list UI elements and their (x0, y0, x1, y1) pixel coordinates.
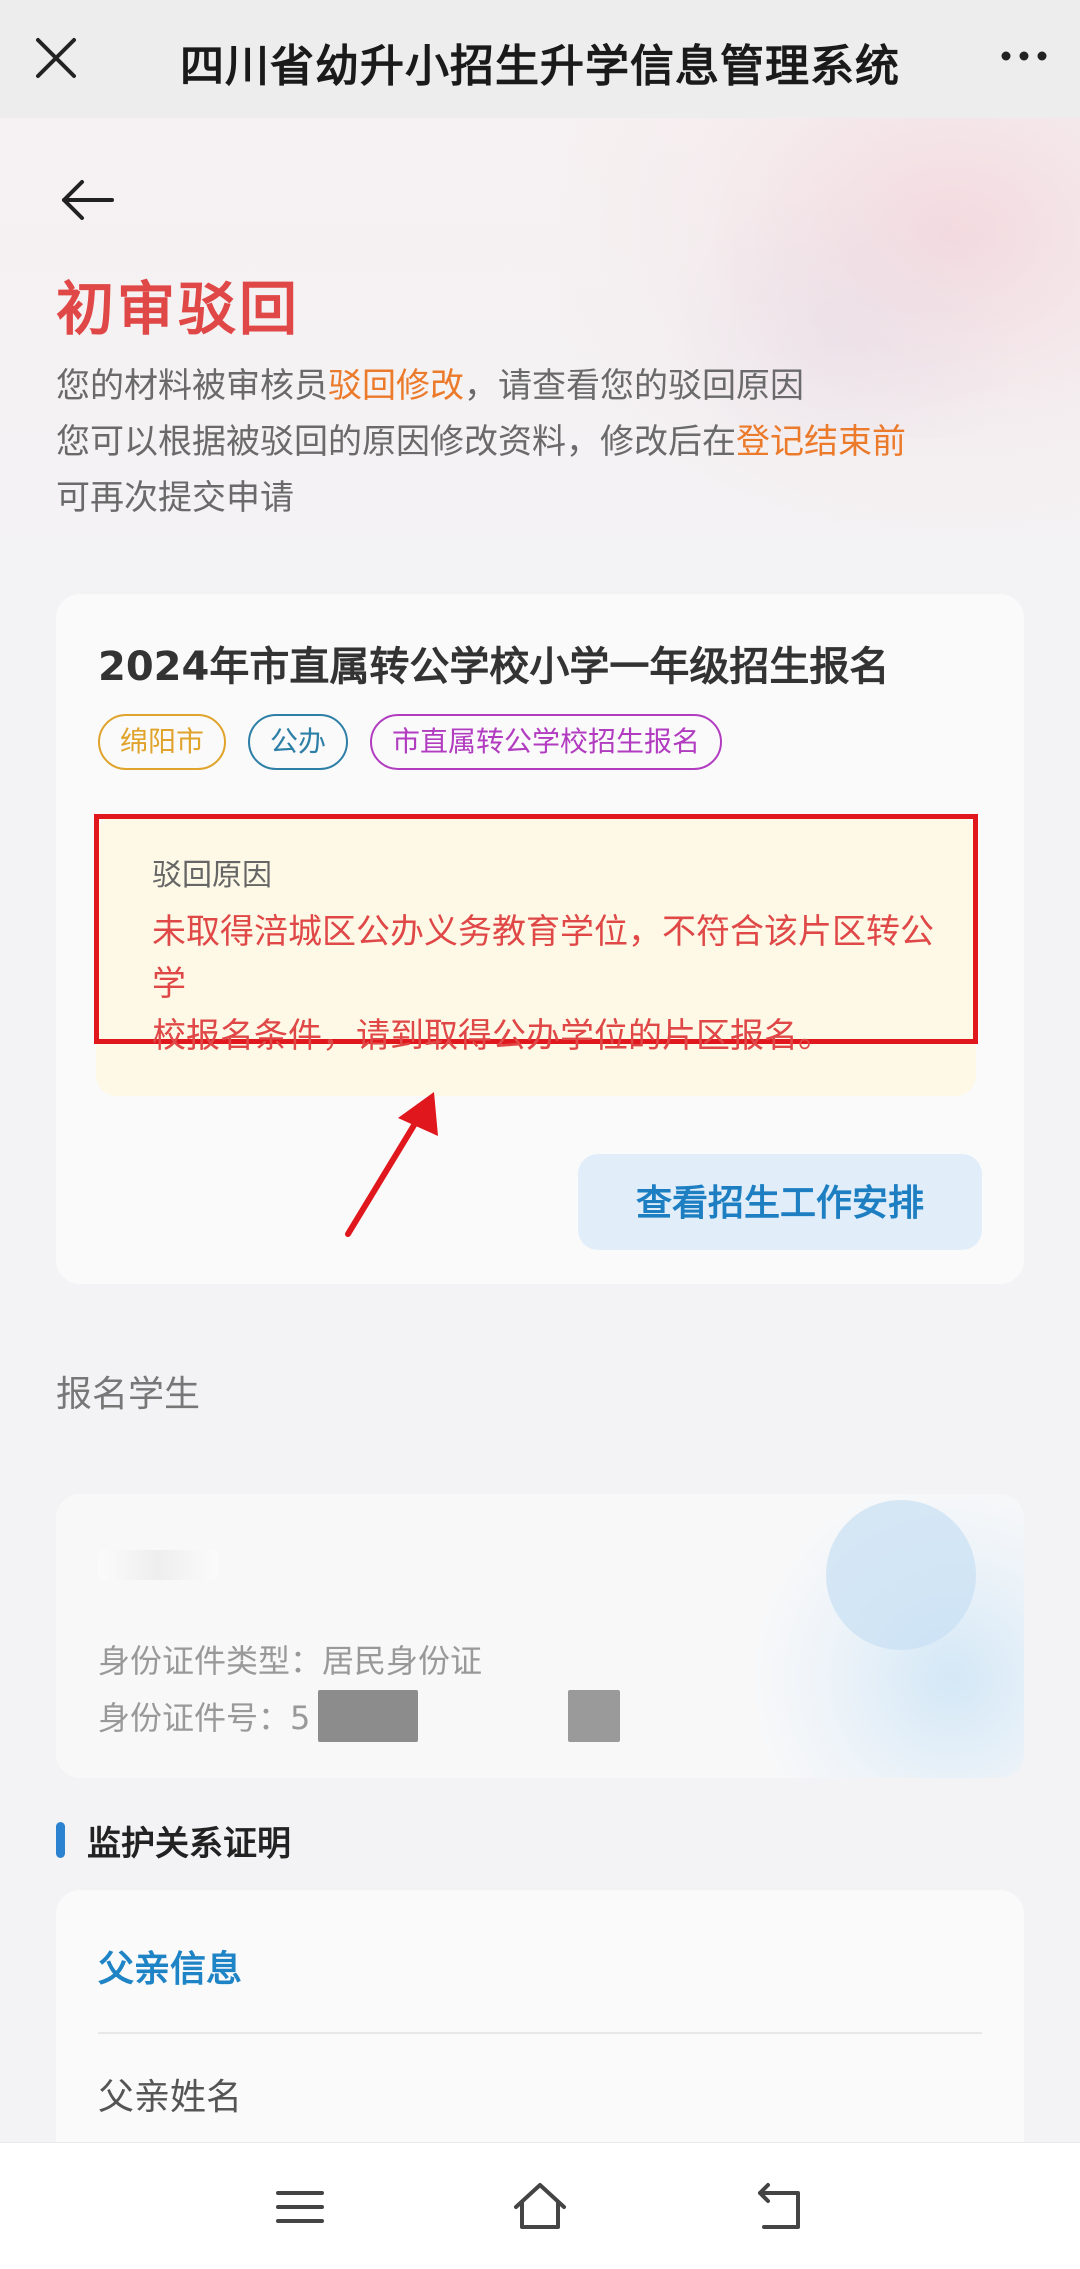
annotation-arrow-icon (345, 1092, 438, 1237)
section-marker (56, 1822, 65, 1858)
more-icon[interactable] (996, 36, 1052, 76)
father-info-heading: 父亲信息 (98, 1949, 243, 1990)
redaction-block (568, 1690, 621, 1742)
highlight-deadline: 登记结束前 (736, 422, 906, 462)
reject-reason-text: 未取得涪城区公办义务教育学位，不符合该片区转公学 校报名条件，请到取得公办学位的… (152, 912, 934, 1056)
student-card[interactable]: 身份证件类型：居民身份证 身份证件号：5 (56, 1494, 1024, 1778)
menu-icon[interactable] (270, 2177, 330, 2237)
home-icon[interactable] (510, 2177, 570, 2237)
desc-line-2: 您可以根据被驳回的原因修改资料，修改后在登记结束前 (56, 422, 906, 462)
student-section-label: 报名学生 (56, 1374, 201, 1415)
back-arrow-icon[interactable] (56, 168, 120, 232)
application-card: 2024年市直属转公学校小学一年级招生报名 绵阳市 公办 市直属转公学校招生报名… (56, 594, 1024, 1284)
father-name-label: 父亲姓名 (98, 2077, 243, 2118)
desc-line-1: 您的材料被审核员驳回修改，请查看您的驳回原因 (56, 366, 804, 406)
view-schedule-button[interactable]: 查看招生工作安排 (578, 1154, 982, 1250)
guardian-card: 父亲信息 父亲姓名 (56, 1890, 1024, 2150)
system-nav-bar (0, 2142, 1080, 2269)
page-title: 四川省幼升小招生升学信息管理系统 (180, 41, 900, 92)
highlight-reject: 驳回修改 (328, 366, 464, 406)
reject-reason-label: 驳回原因 (152, 858, 272, 893)
id-number: 身份证件号：5 (98, 1690, 621, 1742)
tag-city: 绵阳市 (98, 714, 227, 770)
application-title: 2024年市直属转公学校小学一年级招生报名 (98, 644, 890, 690)
title-bar: 四川省幼升小招生升学信息管理系统 (0, 0, 1080, 118)
status-title: 初审驳回 (56, 275, 301, 343)
student-name-redacted (98, 1550, 218, 1580)
reject-reason-panel: 驳回原因 未取得涪城区公办义务教育学位，不符合该片区转公学 校报名条件，请到取得… (94, 814, 978, 1096)
divider (98, 2032, 982, 2034)
id-type: 身份证件类型：居民身份证 (98, 1642, 483, 1680)
guardian-section-title: 监护关系证明 (87, 1823, 291, 1864)
tag-category: 市直属转公学校招生报名 (370, 714, 723, 770)
desc-line-3: 可再次提交申请 (56, 478, 294, 518)
tag-list: 绵阳市 公办 市直属转公学校招生报名 (98, 714, 723, 770)
redaction-block (318, 1690, 419, 1742)
tag-public: 公办 (248, 714, 349, 770)
back-icon[interactable] (750, 2177, 810, 2237)
card-decoration-circle (826, 1500, 976, 1650)
status-description: 您的材料被审核员驳回修改，请查看您的驳回原因 您可以根据被驳回的原因修改资料，修… (56, 358, 1036, 526)
guardian-section-header: 监护关系证明 (56, 1818, 291, 1864)
